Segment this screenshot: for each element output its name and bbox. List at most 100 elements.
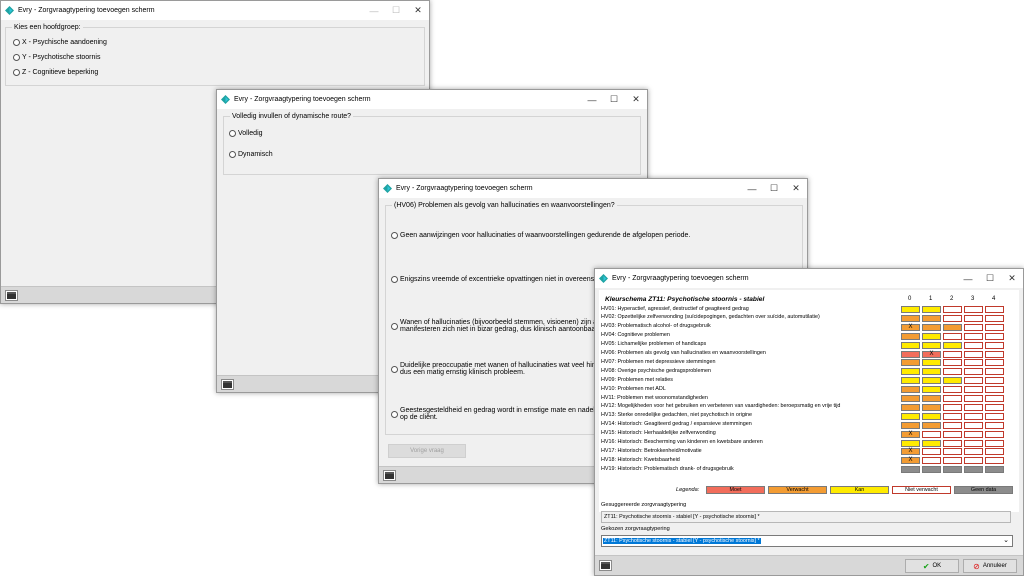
- radio-answer-2[interactable]: Wanen of hallucinaties (bijvoorbeeld ste…: [391, 319, 598, 333]
- schema-cell: [964, 412, 983, 420]
- schema-cell: [964, 430, 983, 438]
- schema-cell: [964, 395, 983, 402]
- radio-volledig[interactable]: Volledig: [229, 130, 263, 137]
- schema-cell: [964, 386, 983, 394]
- clapperboard-icon[interactable]: [5, 289, 18, 301]
- schema-cell: [901, 412, 920, 420]
- maximize-icon[interactable]: ☐: [385, 1, 407, 20]
- maximize-icon[interactable]: ☐: [763, 179, 785, 198]
- radio-circle[interactable]: [13, 39, 20, 46]
- schema-cell: [922, 457, 941, 465]
- legend-label: Legenda:: [676, 487, 700, 493]
- schema-cell: [901, 314, 920, 322]
- schema-cell: [985, 412, 1004, 420]
- close-icon[interactable]: ✕: [785, 179, 807, 198]
- schema-cell: [943, 323, 962, 331]
- row-label: HV08: Overige psychische gedragsprobleme…: [601, 367, 711, 374]
- schema-cell: [985, 430, 1004, 438]
- row-label: HV15: Historisch: Herhaaldelijke zelfver…: [601, 430, 716, 437]
- radio-circle[interactable]: [229, 151, 236, 158]
- radio-option-y[interactable]: Y - Psychotische stoornis: [13, 54, 100, 61]
- radio-answer-3[interactable]: Duidelijke preoccupatie met wanen of hal…: [391, 362, 596, 376]
- radio-option-x[interactable]: X - Psychische aandoening: [13, 39, 107, 46]
- schema-cell: [922, 395, 941, 402]
- schema-cell: [901, 403, 920, 411]
- radio-circle[interactable]: [391, 232, 398, 239]
- radio-circle[interactable]: [13, 69, 20, 76]
- app-logo-icon: [5, 6, 14, 15]
- window-title: Evry - Zorgvraagtypering toevoegen scher…: [396, 185, 533, 192]
- radio-dynamisch[interactable]: Dynamisch: [229, 151, 273, 158]
- row-label: HV19: Historisch: Problematisch drank- o…: [601, 465, 734, 472]
- clapperboard-icon[interactable]: [221, 378, 234, 390]
- cancel-button[interactable]: ⊘ Annuleer: [963, 559, 1017, 573]
- schema-cell: [922, 421, 941, 429]
- checkmark-icon: ✔: [922, 561, 930, 571]
- schema-cell: [964, 350, 983, 358]
- chosen-select[interactable]: ZT11: Psychotische stoornis - stabiel [Y…: [601, 535, 1013, 547]
- radio-circle[interactable]: [391, 322, 398, 330]
- column-header-4: 4: [992, 296, 996, 302]
- schema-cell: [943, 466, 962, 474]
- minimize-icon[interactable]: —: [741, 179, 763, 198]
- minimize-icon[interactable]: —: [581, 90, 603, 109]
- schema-cell: [901, 350, 920, 358]
- schema-cell: [943, 306, 962, 313]
- schema-cell: [964, 332, 983, 340]
- legend-item: Moet: [706, 486, 765, 494]
- title-bar[interactable]: Evry - Zorgvraagtypering toevoegen scher…: [217, 90, 647, 109]
- radio-circle[interactable]: [391, 365, 398, 373]
- schema-cell: [964, 457, 983, 465]
- schema-cell: X: [901, 323, 920, 331]
- close-icon[interactable]: ✕: [625, 90, 647, 109]
- answer-text: Duidelijke preoccupatie met wanen of hal…: [400, 362, 596, 376]
- radio-answer-4[interactable]: Geestesgesteldheid en gedrag wordt in er…: [391, 407, 600, 421]
- radio-circle[interactable]: [391, 276, 398, 283]
- schema-cell: [922, 359, 941, 367]
- app-logo-icon: [599, 274, 608, 283]
- close-icon[interactable]: ✕: [1001, 269, 1023, 288]
- title-bar[interactable]: Evry - Zorgvraagtypering toevoegen scher…: [379, 179, 807, 198]
- schema-cell: [985, 359, 1004, 367]
- schema-cell: [901, 386, 920, 394]
- schema-cell: [901, 359, 920, 367]
- radio-option-z[interactable]: Z - Cognitieve beperking: [13, 69, 98, 76]
- schema-cell: [922, 439, 941, 447]
- schema-title: Kleurschema ZT11: Psychotische stoornis …: [605, 296, 765, 303]
- schema-cell: [985, 386, 1004, 394]
- minimize-icon[interactable]: —: [957, 269, 979, 288]
- suggested-label: Gesuggereerde zorgvraagtypering: [601, 502, 687, 508]
- maximize-icon[interactable]: ☐: [603, 90, 625, 109]
- suggested-field: ZT11: Psychotische stoornis - stabiel [Y…: [601, 511, 1011, 523]
- previous-question-button[interactable]: Vorige vraag: [388, 444, 466, 458]
- row-label: HV14: Historisch: Geagiteerd gedrag / ex…: [601, 421, 752, 428]
- radio-circle[interactable]: [13, 54, 20, 61]
- chevron-down-icon[interactable]: ⌄: [1003, 536, 1009, 546]
- title-bar[interactable]: Evry - Zorgvraagtypering toevoegen scher…: [1, 1, 429, 20]
- column-header-3: 3: [971, 296, 975, 302]
- radio-answer-1[interactable]: Enigszins vreemde of excentrieke opvatti…: [391, 276, 600, 283]
- radio-answer-0[interactable]: Geen aanwijzingen voor hallucinaties of …: [391, 232, 690, 239]
- maximize-icon[interactable]: ☐: [979, 269, 1001, 288]
- schema-cell: [943, 359, 962, 367]
- schema-cell: [943, 439, 962, 447]
- legend-item: Kan: [830, 486, 889, 494]
- schema-cell: [985, 403, 1004, 411]
- row-label: HV03: Problematisch alcohol- of drugsgeb…: [601, 323, 711, 330]
- schema-cell: X: [922, 350, 941, 358]
- ok-button[interactable]: ✔ OK: [905, 559, 959, 573]
- schema-cell: [901, 368, 920, 376]
- schema-cell: [922, 323, 941, 331]
- column-header-1: 1: [929, 296, 933, 302]
- radio-circle[interactable]: [229, 130, 236, 137]
- close-icon[interactable]: ✕: [407, 1, 429, 20]
- schema-cell: [943, 448, 962, 456]
- schema-cell: [922, 386, 941, 394]
- minimize-icon[interactable]: —: [363, 1, 385, 20]
- app-logo-icon: [383, 184, 392, 193]
- clapperboard-icon[interactable]: [383, 469, 396, 481]
- title-bar[interactable]: Evry - Zorgvraagtypering toevoegen scher…: [595, 269, 1023, 288]
- clapperboard-icon[interactable]: [599, 560, 612, 571]
- radio-circle[interactable]: [391, 410, 398, 418]
- schema-cell: [964, 323, 983, 331]
